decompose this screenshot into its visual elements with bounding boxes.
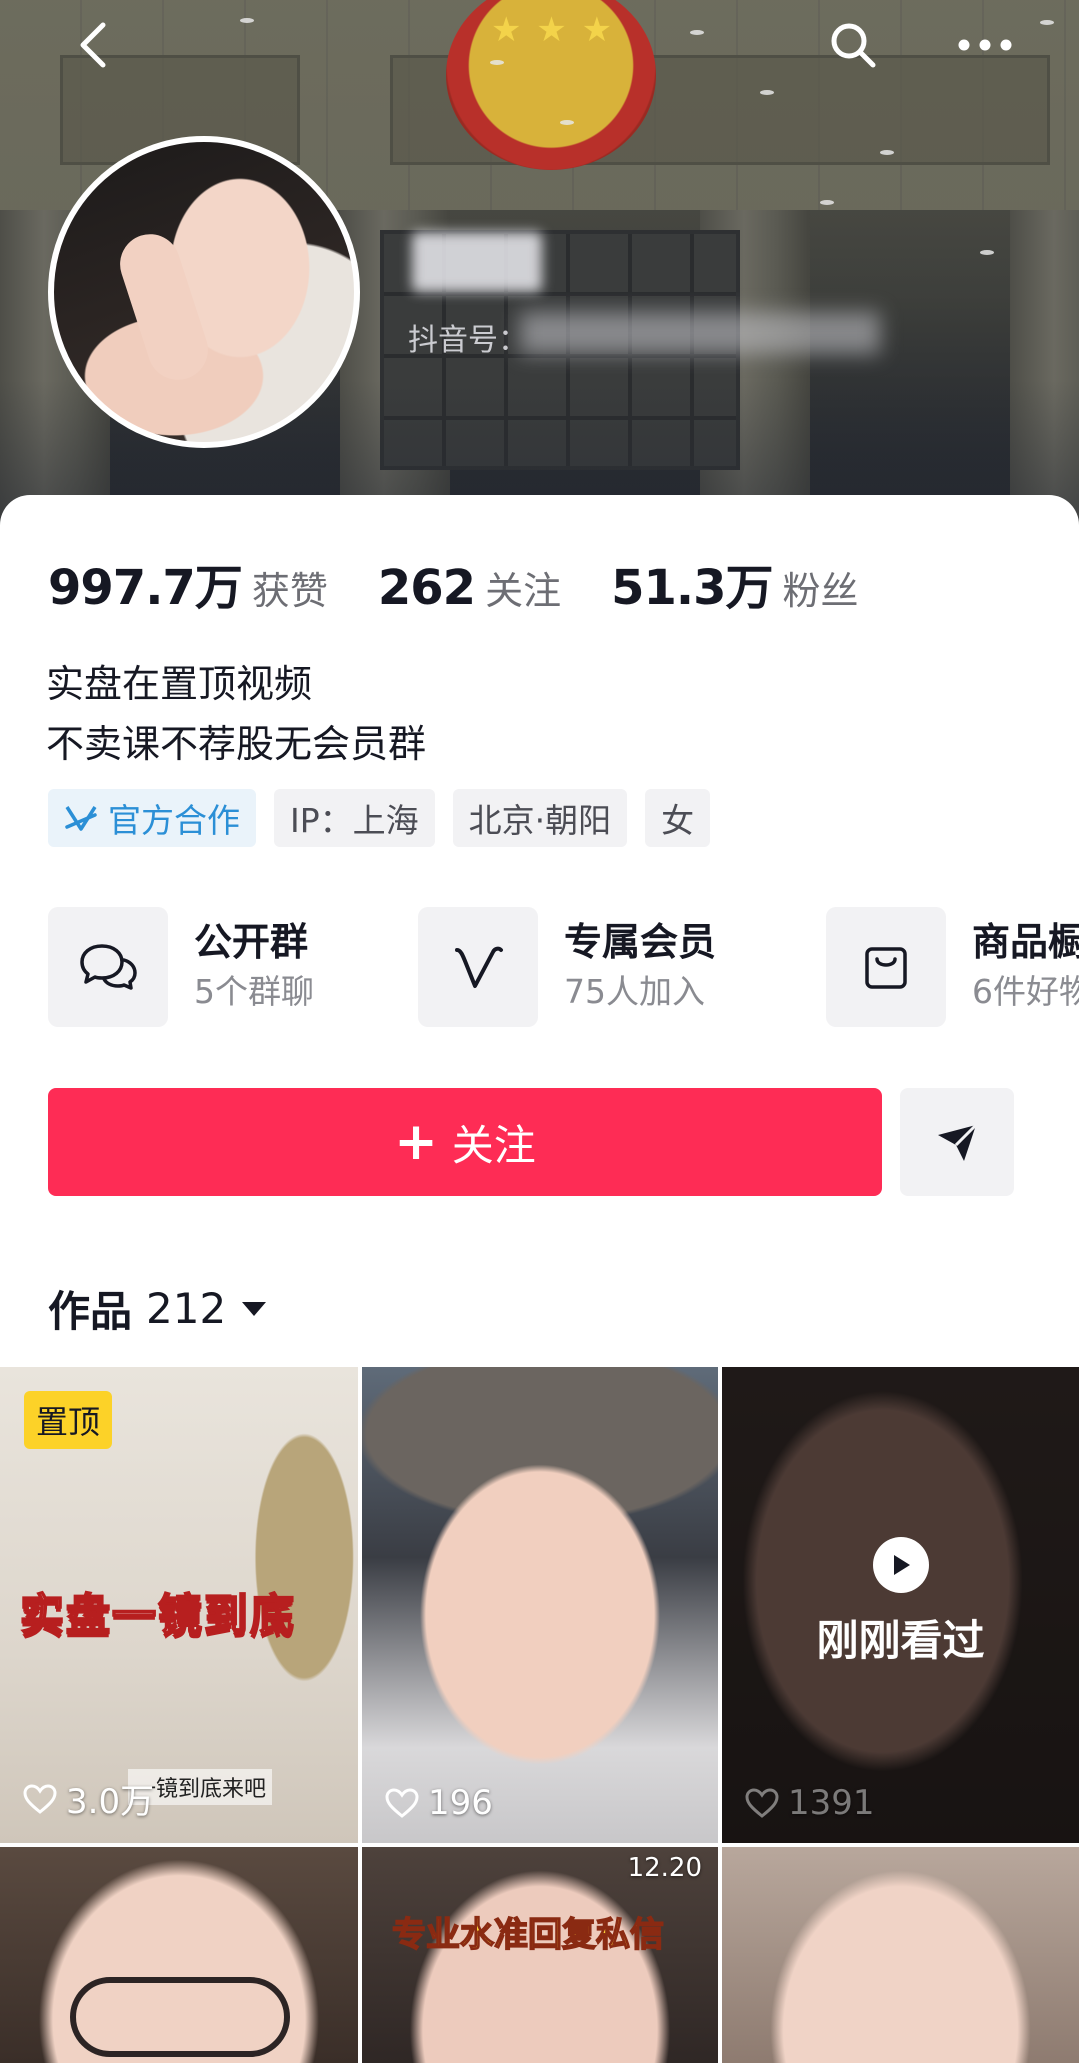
video-tile[interactable]: [722, 1847, 1079, 2063]
avatar[interactable]: [48, 136, 360, 448]
profile-banner: 抖音号：: [0, 0, 1079, 540]
video-likes: 1391: [744, 1783, 875, 1823]
works-title: 作品: [48, 1287, 133, 1336]
works-header[interactable]: 作品 212: [48, 1278, 268, 1339]
feature-shop-window[interactable]: 商品橱 6件好物: [826, 906, 1079, 1028]
video-tile[interactable]: 12.20 专业水准回复私信: [362, 1847, 718, 2063]
bird: [240, 18, 254, 23]
avatar-hand: [112, 226, 216, 388]
feature-entries: 公开群 5个群聊 专属会员 75人加入 商品橱 6件好物: [48, 906, 1079, 1028]
feature-subtitle: 6件好物: [972, 972, 1079, 1011]
chevron-left-icon: [80, 22, 106, 68]
follow-label: 关注: [451, 1120, 536, 1170]
caret-down-icon: [242, 1301, 267, 1316]
feature-icon-box: [48, 907, 168, 1027]
official-cooperation-icon: [65, 806, 97, 831]
more-button[interactable]: [950, 10, 1020, 80]
heart-icon: [385, 1788, 419, 1818]
back-button[interactable]: [58, 10, 128, 80]
recently-watched-overlay: 刚刚看过: [722, 1537, 1079, 1668]
likes-count: 997.7万: [48, 560, 243, 616]
username-blurred: [412, 232, 542, 292]
more-dots-icon: [958, 39, 1012, 51]
recently-watched-label: 刚刚看过: [816, 1616, 985, 1665]
feature-public-group[interactable]: 公开群 5个群聊: [48, 906, 314, 1028]
message-button[interactable]: [900, 1088, 1014, 1196]
tag-label: 女: [661, 801, 695, 840]
likes-count-text: 196: [428, 1783, 493, 1823]
pinned-badge: 置顶: [24, 1391, 113, 1449]
bird: [560, 120, 574, 125]
feature-title: 公开群: [194, 920, 309, 964]
followers-count[interactable]: 51.3万: [611, 548, 773, 618]
bird: [760, 90, 774, 95]
tag-label: 北京·朝阳: [468, 801, 612, 840]
feature-title: 商品橱: [972, 920, 1079, 964]
bio-line: 实盘在置顶视频: [46, 662, 313, 706]
profile-stats: 997.7万 获赞 262 关注 51.3万 粉丝: [48, 548, 909, 618]
search-icon: [831, 23, 876, 68]
feature-subtitle: 5个群聊: [194, 972, 314, 1011]
video-likes: 3.0万: [22, 1774, 154, 1823]
play-icon: [872, 1537, 929, 1593]
bio-line: 不卖课不荐股无会员群: [46, 722, 427, 766]
video-tile[interactable]: [0, 1847, 358, 2063]
plus-icon: +: [394, 1112, 438, 1172]
video-tile[interactable]: 196: [362, 1367, 718, 1843]
video-tile[interactable]: 置顶 实盘一镜到底 一镜到底来吧 3.0万: [0, 1367, 358, 1843]
group-chat-icon: [80, 944, 137, 990]
tag-gender: 女: [645, 789, 711, 847]
likes-label: 获赞: [251, 569, 328, 613]
bird: [1040, 20, 1054, 25]
heart-icon: [23, 1783, 57, 1814]
video-tile[interactable]: 刚刚看过 1391: [722, 1367, 1079, 1843]
tag-label: IP：上海: [290, 801, 419, 840]
tag-official-cooperation[interactable]: 官方合作: [48, 789, 256, 847]
feature-exclusive-member[interactable]: 专属会员 75人加入: [418, 906, 716, 1028]
search-button[interactable]: [818, 10, 888, 80]
bird: [980, 250, 994, 255]
video-overlay-title: 实盘一镜到底: [19, 1589, 296, 1642]
bird: [490, 60, 504, 65]
profile-tags: 官方合作 IP：上海 北京·朝阳 女: [48, 789, 711, 847]
feature-title: 专属会员: [564, 920, 717, 964]
video-grid: 置顶 实盘一镜到底 一镜到底来吧 3.0万 196 刚刚看过 1391 12.2…: [0, 1367, 1079, 2063]
following-label[interactable]: 关注: [485, 560, 561, 615]
feature-subtitle: 75人加入: [564, 972, 705, 1011]
feature-icon-box: [418, 907, 538, 1027]
shopping-bag-icon: [865, 947, 907, 989]
following-count[interactable]: 262: [378, 560, 476, 616]
likes-count-text: 3.0万: [66, 1782, 155, 1822]
tag-location: 北京·朝阳: [452, 789, 628, 847]
douyin-id-blurred: [520, 312, 880, 354]
tag-ip-location: IP：上海: [274, 789, 435, 847]
send-icon: [938, 1123, 978, 1161]
follow-button[interactable]: + 关注: [48, 1088, 882, 1196]
heart-icon: [745, 1788, 779, 1818]
feature-icon-box: [826, 907, 946, 1027]
bio: 实盘在置顶视频 不卖课不荐股无会员群: [46, 654, 426, 774]
douyin-id-label: 抖音号：: [408, 323, 528, 358]
bird: [880, 150, 894, 155]
tag-label: 官方合作: [108, 801, 240, 840]
followers-label[interactable]: 粉丝: [783, 560, 859, 615]
likes-count-text: 1391: [788, 1783, 875, 1823]
member-v-icon: [455, 946, 503, 988]
bird: [690, 30, 704, 35]
video-thumbnail-glasses: [70, 1977, 290, 2057]
video-date: 12.20: [627, 1853, 702, 1883]
bird: [820, 200, 834, 205]
video-overlay-title: 专业水准回复私信: [391, 1914, 665, 1956]
video-likes: 196: [384, 1783, 493, 1823]
works-count: 212: [146, 1284, 227, 1333]
